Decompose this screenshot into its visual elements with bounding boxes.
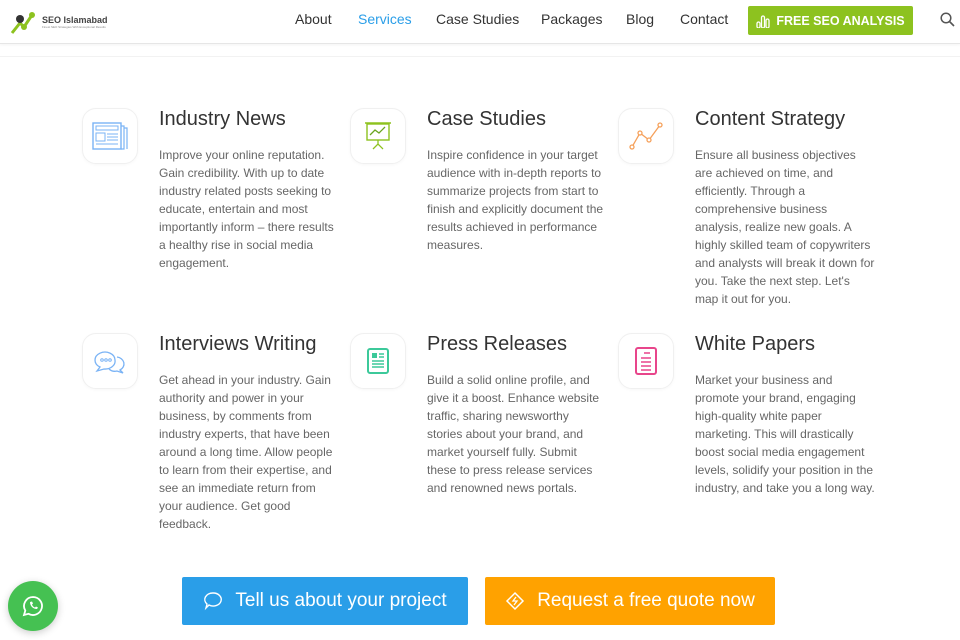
service-description: Improve your online reputation. Gain cre… <box>159 148 334 270</box>
whatsapp-icon <box>22 596 43 617</box>
speech-bubble-icon <box>204 592 223 611</box>
service-description: Ensure all business objectives are achie… <box>695 148 875 306</box>
service-icon-box <box>82 333 138 389</box>
service-icon-box <box>82 108 138 164</box>
logo-icon <box>10 12 35 34</box>
press-document-icon <box>367 348 389 374</box>
button-label: Tell us about your project <box>235 590 447 611</box>
service-title: Industry News <box>159 108 286 130</box>
site-header: SEO Islamabad Finest SEO Strategies With… <box>0 0 960 44</box>
nav-about[interactable]: About <box>295 11 332 27</box>
service-description: Build a solid online profile, and give i… <box>427 373 600 495</box>
service-description: Market your business and promote your br… <box>695 373 875 495</box>
service-title: Content Strategy <box>695 108 846 130</box>
button-label: Request a free quote now <box>537 590 755 611</box>
logo-name: SEO Islamabad <box>42 15 108 25</box>
service-icon-box <box>618 333 674 389</box>
service-title: Interviews Writing <box>159 333 317 355</box>
nav-case-studies[interactable]: Case Studies <box>436 11 519 27</box>
service-description: Get ahead in your industry. Gain authori… <box>159 373 333 531</box>
logo[interactable]: SEO Islamabad Finest SEO Strategies With… <box>10 9 108 35</box>
free-seo-analysis-button[interactable]: FREE SEO ANALYSIS <box>748 6 913 35</box>
logo-tagline: Finest SEO Strategies With Exceptional R… <box>42 25 106 29</box>
presentation-chart-icon <box>365 122 391 150</box>
tell-us-about-project-button[interactable]: Tell us about your project <box>182 577 468 625</box>
service-icon-box <box>350 108 406 164</box>
whatsapp-button[interactable] <box>8 581 58 631</box>
service-title: Case Studies <box>427 108 546 130</box>
tag-icon <box>506 591 525 611</box>
service-icon-box <box>350 333 406 389</box>
nav-contact[interactable]: Contact <box>680 11 728 27</box>
service-description: Inspire confidence in your target audien… <box>427 148 604 252</box>
nav-services[interactable]: Services <box>358 11 412 27</box>
paper-document-icon <box>635 347 657 375</box>
nav-blog[interactable]: Blog <box>626 11 654 27</box>
chat-bubbles-icon <box>94 351 125 374</box>
nav-packages[interactable]: Packages <box>541 11 602 27</box>
search-icon[interactable] <box>940 12 955 27</box>
divider <box>0 56 960 57</box>
service-icon-box <box>618 108 674 164</box>
service-title: Press Releases <box>427 333 568 355</box>
line-graph-icon <box>629 122 663 150</box>
request-free-quote-button[interactable]: Request a free quote now <box>485 577 775 625</box>
newspaper-icon <box>92 122 128 150</box>
bar-chart-icon <box>756 14 771 28</box>
cta-label: FREE SEO ANALYSIS <box>776 13 905 28</box>
service-title: White Papers <box>695 333 816 355</box>
